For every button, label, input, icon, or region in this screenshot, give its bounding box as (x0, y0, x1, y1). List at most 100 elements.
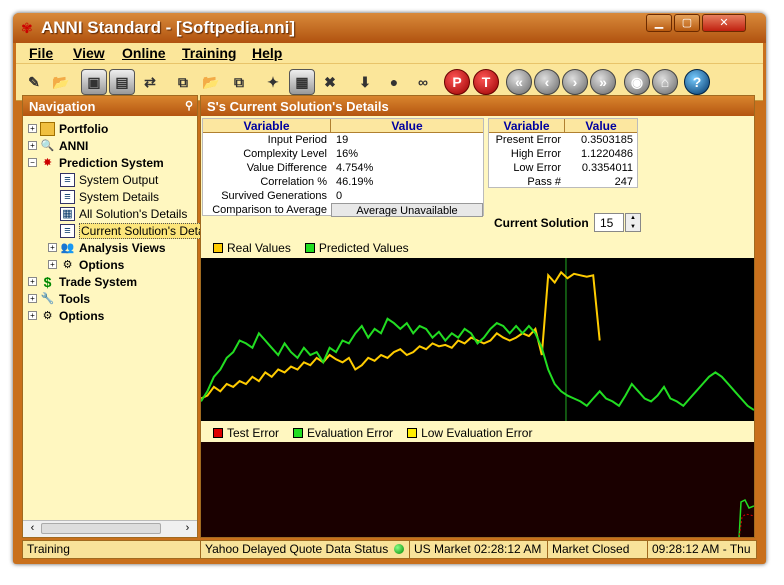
row-variable: Low Error (513, 162, 561, 174)
document-icon: ≡ (60, 172, 75, 187)
navigation-title: Navigation (29, 99, 96, 114)
tree-item-all-solution-s-details[interactable]: ▦ All Solution's Details (48, 205, 187, 222)
binoculars-icon[interactable]: ∞ (410, 69, 436, 95)
save-icon[interactable]: ▣ (81, 69, 107, 95)
expander-icon[interactable]: + (28, 124, 37, 133)
tree-item-label: ANNI (59, 138, 89, 153)
open-icon[interactable]: 📂 (198, 69, 224, 95)
scroll-right-icon[interactable]: › (180, 522, 195, 534)
expander-icon[interactable]: + (28, 277, 37, 286)
table-row: Survived Generations 0 (203, 189, 483, 203)
close-button[interactable]: ✕ (702, 14, 746, 32)
wrench-icon: 🔧 (40, 293, 55, 305)
navigation-horizontal-scrollbar[interactable]: ‹ › (23, 520, 197, 537)
app-window: ✾ ANNI Standard - [Softpedia.nni] ▁ ▢ ✕ … (13, 13, 766, 564)
spin-down-icon[interactable]: ▼ (626, 223, 640, 232)
tree-item-portfolio[interactable]: + Portfolio (28, 120, 108, 137)
expander-icon[interactable]: + (28, 311, 37, 320)
expander-icon[interactable]: + (48, 243, 57, 252)
row-variable: Comparison to Average (212, 204, 327, 216)
column-header-value: Value (391, 119, 423, 133)
tree-item-tools[interactable]: + 🔧 Tools (28, 290, 90, 307)
first-icon[interactable]: « (506, 69, 532, 95)
status-state: Training (23, 541, 201, 558)
row-variable: Present Error (495, 134, 561, 146)
title-bar[interactable]: ✾ ANNI Standard - [Softpedia.nni] ▁ ▢ ✕ (13, 13, 766, 43)
exchange-icon[interactable]: ⇄ (137, 69, 163, 95)
row-value: Average Unavailable (331, 203, 483, 217)
tree-item-anni[interactable]: + 🔍 ANNI (28, 137, 88, 154)
current-solution-label: Current Solution (494, 216, 589, 230)
tree-item-trade-system[interactable]: + $ Trade System (28, 273, 137, 290)
save-as-icon[interactable]: ▤ (109, 69, 135, 95)
copy-icon[interactable]: ⧉ (170, 69, 196, 95)
values-legend: Real Values Predicted Values (213, 241, 413, 255)
help-icon[interactable]: ? (684, 69, 710, 95)
tree-item-label: Prediction System (59, 155, 164, 170)
minimize-button[interactable]: ▁ (646, 14, 672, 32)
duplicate-icon[interactable]: ⧉ (226, 69, 252, 95)
tree-item-current-solution-s-details[interactable]: ≡ Current Solution's Details (48, 222, 219, 239)
menu-online[interactable]: Online (122, 45, 166, 61)
test-error-tail (738, 513, 754, 537)
status-bar: Training Yahoo Delayed Quote Data Status… (22, 540, 757, 559)
row-variable: Correlation % (260, 176, 327, 188)
row-value: 19 (336, 134, 349, 146)
scatter-icon[interactable]: ✦ (260, 69, 286, 95)
expander-icon[interactable]: + (28, 294, 37, 303)
tree-item-label: Analysis Views (79, 240, 166, 255)
expander-icon[interactable]: + (48, 260, 57, 269)
download-icon[interactable]: ⬇ (352, 69, 378, 95)
main-panel: S's Current Solution's Details Variable V… (200, 95, 755, 538)
expander-icon[interactable]: − (28, 158, 37, 167)
tree-item-label: Portfolio (59, 121, 109, 136)
table-row: Complexity Level 16% (203, 147, 483, 161)
globe-icon[interactable]: ◉ (624, 69, 650, 95)
last-icon[interactable]: » (590, 69, 616, 95)
table-row: High Error 1.1220486 (489, 147, 637, 161)
row-variable: Complexity Level (243, 148, 327, 160)
status-ok-icon (393, 544, 404, 554)
home-icon[interactable]: ⌂ (652, 69, 678, 95)
current-solution-spinner[interactable]: ▲ ▼ (625, 213, 641, 232)
tools-icon: ⚙ (42, 310, 53, 322)
tree-item-label: All Solution's Details (79, 206, 188, 221)
tree-item-system-output[interactable]: ≡ System Output (48, 171, 158, 188)
tree-item-options[interactable]: + ⚙ Options (28, 307, 104, 324)
next-icon[interactable]: › (562, 69, 588, 95)
open-folder-icon[interactable]: 📂 (48, 69, 74, 95)
grid-icon[interactable]: ▦ (289, 69, 315, 95)
row-variable: Survived Generations (221, 190, 327, 202)
window-title: ANNI Standard - [Softpedia.nni] (41, 18, 296, 37)
status-quote: Yahoo Delayed Quote Data Status (201, 541, 410, 558)
tree-item-prediction-system[interactable]: − ✸ Prediction System (28, 154, 164, 171)
table-row: Correlation % 46.19% (203, 175, 483, 189)
scroll-left-icon[interactable]: ‹ (25, 522, 40, 534)
previous-icon[interactable]: ‹ (534, 69, 560, 95)
document-icon: ≡ (60, 189, 75, 204)
p-button-icon[interactable]: P (444, 69, 470, 95)
values-chart (201, 258, 754, 421)
people-icon: 👥 (60, 242, 75, 254)
expander-icon[interactable]: + (28, 141, 37, 150)
delete-icon[interactable]: ✖ (317, 69, 343, 95)
table-row: Value Difference 4.754% (203, 161, 483, 175)
scroll-thumb[interactable] (41, 523, 161, 534)
current-solution-input[interactable]: 15 (594, 213, 624, 232)
menu-training[interactable]: Training (182, 45, 236, 61)
table-icon: ▦ (60, 206, 75, 221)
new-icon[interactable]: ✎ (21, 69, 47, 95)
errors-legend: Test Error Evaluation Error Low Evaluation… (213, 426, 536, 440)
coins-icon[interactable]: ● (381, 69, 407, 95)
menu-view[interactable]: View (73, 45, 105, 61)
tree-item-options[interactable]: + ⚙ Options (48, 256, 124, 273)
t-button-icon[interactable]: T (473, 69, 499, 95)
tree-item-system-details[interactable]: ≡ System Details (48, 188, 159, 205)
maximize-button[interactable]: ▢ (674, 14, 700, 32)
menu-help[interactable]: Help (252, 45, 282, 61)
tree-item-label: Options (59, 308, 105, 323)
tree-item-analysis-views[interactable]: + 👥 Analysis Views (48, 239, 166, 256)
menu-file[interactable]: File (29, 45, 53, 61)
spin-up-icon[interactable]: ▲ (626, 214, 640, 223)
pin-icon[interactable]: ⚲ (185, 99, 193, 112)
